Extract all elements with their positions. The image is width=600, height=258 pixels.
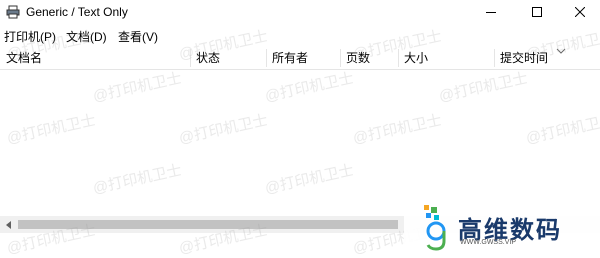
chevron-left-icon — [5, 220, 11, 229]
logo-url: WWW.GWSS.VIP — [460, 239, 516, 246]
title-bar: Generic / Text Only — [0, 0, 600, 24]
minimize-icon — [486, 12, 496, 13]
column-divider[interactable] — [190, 49, 191, 67]
menu-printer[interactable]: 打印机(P) — [4, 28, 56, 45]
column-header: 文档名 状态 所有者 页数 大小 提交时间 — [0, 47, 600, 70]
column-owner[interactable]: 所有者 — [268, 47, 340, 69]
scroll-left-button[interactable] — [0, 216, 17, 233]
column-document-name[interactable]: 文档名 — [2, 47, 190, 69]
brand-logo: 高维数码 WWW.GWSS.VIP — [404, 197, 600, 254]
sort-chevron-icon — [556, 48, 566, 54]
maximize-button[interactable] — [514, 0, 560, 24]
close-icon — [575, 7, 585, 17]
close-button[interactable] — [560, 0, 600, 24]
print-queue-list[interactable] — [0, 70, 600, 215]
column-pages[interactable]: 页数 — [342, 47, 398, 69]
column-divider[interactable] — [340, 49, 341, 67]
column-divider[interactable] — [494, 49, 495, 67]
maximize-icon — [532, 7, 542, 17]
minimize-button[interactable] — [468, 0, 514, 24]
printer-icon — [6, 5, 20, 19]
menu-view[interactable]: 查看(V) — [118, 28, 158, 45]
menu-bar: 打印机(P) 文档(D) 查看(V) — [0, 25, 600, 45]
column-status[interactable]: 状态 — [192, 47, 266, 69]
menu-document[interactable]: 文档(D) — [66, 28, 107, 45]
column-divider[interactable] — [398, 49, 399, 67]
column-divider[interactable] — [266, 49, 267, 67]
scroll-thumb[interactable] — [18, 220, 398, 229]
logo-mark-icon — [424, 205, 446, 251]
window-title: Generic / Text Only — [26, 5, 128, 19]
column-size[interactable]: 大小 — [400, 47, 494, 69]
column-submitted[interactable]: 提交时间 — [496, 47, 600, 69]
